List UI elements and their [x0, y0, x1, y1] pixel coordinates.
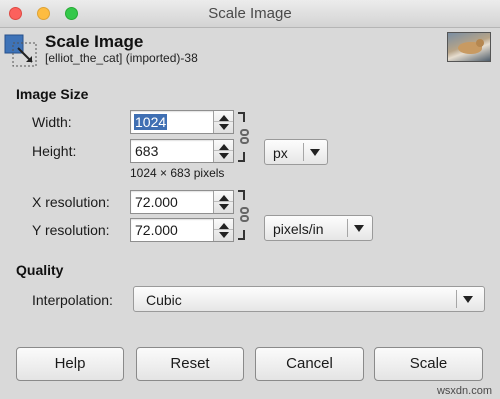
chevron-down-icon [354, 225, 364, 232]
y-resolution-stepper[interactable] [213, 219, 233, 241]
x-resolution-input[interactable]: 72.000 [130, 190, 234, 214]
height-value[interactable]: 683 [134, 143, 159, 159]
width-stepper[interactable] [213, 111, 233, 133]
y-resolution-value[interactable]: 72.000 [134, 222, 179, 238]
dialog-title: Scale Image [45, 32, 144, 51]
interpolation-value: Cubic [146, 292, 182, 308]
stepper-divider [214, 229, 233, 230]
stepper-divider [214, 150, 233, 151]
combo-divider [347, 219, 348, 237]
cancel-button[interactable]: Cancel [255, 347, 364, 381]
width-label: Width: [32, 114, 72, 130]
scale-button[interactable]: Scale [374, 347, 483, 381]
chain-bracket-top [238, 190, 245, 200]
decrement-icon[interactable] [219, 124, 229, 130]
combo-divider [303, 143, 304, 161]
reset-button[interactable]: Reset [136, 347, 244, 381]
stepper-divider [214, 201, 233, 202]
help-button[interactable]: Help [16, 347, 124, 381]
quality-heading: Quality [16, 262, 64, 278]
x-resolution-value[interactable]: 72.000 [134, 194, 179, 210]
scale-image-icon [4, 34, 37, 67]
y-resolution-input[interactable]: 72.000 [130, 218, 234, 242]
width-input[interactable]: 1024 [130, 110, 234, 134]
size-chain-link-icon[interactable] [238, 112, 252, 162]
image-thumbnail [447, 32, 491, 62]
resolution-chain-link-icon[interactable] [238, 190, 252, 240]
chain-bracket-bottom [238, 152, 245, 162]
width-value[interactable]: 1024 [134, 114, 168, 130]
image-name: [elliot_the_cat] (imported)-38 [45, 51, 198, 65]
watermark: wsxdn.com [436, 385, 492, 397]
height-label: Height: [32, 143, 77, 159]
stepper-divider [214, 121, 233, 122]
window-title: Scale Image [208, 5, 292, 22]
x-resolution-stepper[interactable] [213, 191, 233, 213]
image-size-heading: Image Size [16, 86, 89, 102]
height-input[interactable]: 683 [130, 139, 234, 163]
decrement-icon[interactable] [219, 232, 229, 238]
size-unit-value: px [273, 145, 288, 161]
y-resolution-label: Y resolution: [32, 222, 110, 238]
size-unit-select[interactable]: px [264, 139, 328, 165]
interpolation-label: Interpolation: [32, 292, 113, 308]
x-resolution-label: X resolution: [32, 194, 110, 210]
chain-link-top [240, 207, 249, 214]
combo-divider [456, 290, 457, 308]
chain-bracket-top [238, 112, 245, 122]
resolution-unit-value: pixels/in [273, 221, 324, 237]
resolution-unit-select[interactable]: pixels/in [264, 215, 373, 241]
chain-link-bottom [240, 137, 249, 144]
decrement-icon[interactable] [219, 204, 229, 210]
height-stepper[interactable] [213, 140, 233, 162]
chain-bracket-bottom [238, 230, 245, 240]
cat-head-shape [476, 39, 484, 47]
chevron-down-icon [310, 149, 320, 156]
chain-link-bottom [240, 215, 249, 222]
chevron-down-icon [463, 296, 473, 303]
title-bar: Scale Image [0, 0, 500, 28]
dialog-header: Scale Image [elliot_the_cat] (imported)-… [0, 28, 500, 74]
pixel-dimensions: 1024 × 683 pixels [130, 166, 225, 180]
decrement-icon[interactable] [219, 153, 229, 159]
chain-link-top [240, 129, 249, 136]
interpolation-select[interactable]: Cubic [133, 286, 485, 312]
